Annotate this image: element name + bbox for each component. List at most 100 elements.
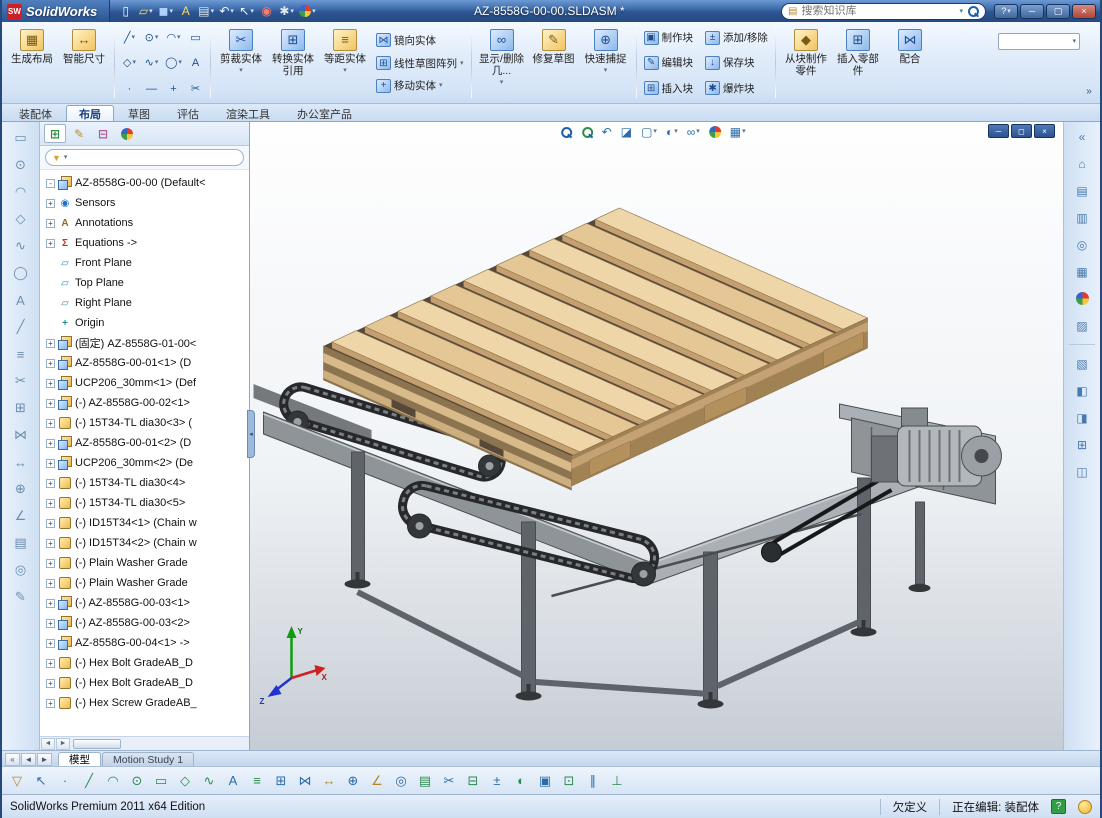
ribbon-small-button[interactable]: ↓ 保存块 [702,50,771,75]
tree-item[interactable]: + UCP206_30mm<1> (Def [43,373,249,393]
ribbon-button[interactable]: ◆ 从块制作零件 [780,25,832,101]
model-canvas[interactable]: Y X Z [250,122,1063,750]
tree-expander[interactable]: + [46,558,55,568]
minimize-button[interactable]: ─ [1020,3,1044,19]
section-view-icon[interactable]: ◪ [618,123,635,140]
tree-expander[interactable]: + [46,218,55,228]
design-library-icon[interactable]: ▤ [1070,180,1094,201]
tree-item[interactable]: + (-) AZ-8558G-00-02<1> [43,393,249,413]
bottom-toolbar-icon[interactable]: ⊥ [607,771,627,791]
ribbon-small-button[interactable]: ⊞ 线性草图阵列 ▾ [373,56,467,71]
tree-item[interactable]: + (-) AZ-8558G-00-03<1> [43,593,249,613]
scroll-left-icon[interactable]: ◄ [41,737,55,750]
task-pane-icon-2[interactable]: ◧ [1070,380,1094,401]
tree-item[interactable]: + (-) 15T34-TL dia30<4> [43,473,249,493]
angle-icon[interactable]: ∠ [9,505,33,527]
bottom-toolbar-icon[interactable]: ◐ [511,771,531,791]
zoom-fit-icon[interactable] [557,123,575,140]
bottom-toolbar-icon[interactable]: ⊞ [271,771,291,791]
filter-caret[interactable]: ▾ [64,154,68,161]
search-icon[interactable] [967,5,979,17]
tree-expander[interactable] [46,259,55,268]
tree-item[interactable]: + (-) Hex Bolt GradeAB_D [43,653,249,673]
bottom-toolbar-icon[interactable]: ✂ [439,771,459,791]
tree-item[interactable]: + ◉ Sensors [43,193,249,213]
display-style-icon[interactable]: ◐ ▾ [663,123,681,140]
tree-expander[interactable]: + [46,198,55,208]
ribbon-button[interactable]: ∞ 显示/删除几... ▾ [476,25,528,101]
panel-splitter[interactable]: ◂ [247,410,255,458]
graphics-viewport[interactable]: Y X Z ↶ ◪ ▢ ▾ ◐ ▾ ∞ ▾ ▦ ▾ ─ ◻ × [250,122,1063,750]
bottom-toolbar-icon[interactable]: ◎ [391,771,411,791]
arc-tool-icon[interactable]: ◠ [9,181,33,203]
rebuild-button[interactable]: ◉ [257,2,276,20]
tree-item[interactable]: ▱ Right Plane [43,293,249,313]
ribbon-button[interactable]: ⊞ 转换实体引用 [267,25,319,101]
command-tab[interactable]: 装配体 [6,105,65,121]
tree-expander[interactable]: + [46,398,55,408]
tree-expander[interactable]: + [46,378,55,388]
apply-scene-icon[interactable]: ▦ ▾ [727,123,749,140]
tree-expander[interactable]: + [46,618,55,628]
scroll-thumb[interactable] [73,738,121,749]
task-pane-icon-1[interactable]: ▧ [1070,353,1094,374]
bottom-toolbar-icon[interactable]: ↔ [319,771,339,791]
modeltab-scroll-right[interactable]: ► [37,753,52,766]
close-button[interactable]: × [1072,3,1096,19]
tree-item[interactable]: + (-) Hex Screw GradeAB_ [43,693,249,713]
bottom-toolbar-icon[interactable]: ▤ [415,771,435,791]
file-explorer-icon[interactable]: ▥ [1070,207,1094,228]
snap-icon[interactable]: ⊕ [9,478,33,500]
ribbon-small-button[interactable]: ⊞ 插入块 [641,76,697,101]
edit-sketch-icon[interactable]: ✎ [9,586,33,608]
tree-expander[interactable]: + [46,658,55,668]
ellipse-tool[interactable]: ◯ ▾ [163,51,184,76]
bottom-toolbar-icon[interactable]: ◇ [175,771,195,791]
document-tab[interactable]: Motion Study 1 [102,752,195,766]
command-tab[interactable]: 渲染工具 [213,105,283,121]
bottom-toolbar-icon[interactable]: ∿ [199,771,219,791]
tree-item[interactable]: + AZ-8558G-00-01<2> (D [43,433,249,453]
bottom-toolbar-icon[interactable]: ≡ [247,771,267,791]
tree-expander[interactable]: + [46,458,55,468]
tree-item[interactable]: + (-) Plain Washer Grade [43,573,249,593]
bottom-toolbar-icon[interactable]: ∠ [367,771,387,791]
spline-tool-icon[interactable]: ∿ [9,235,33,257]
tree-item[interactable]: + UCP206_30mm<2> (De [43,453,249,473]
tree-expander[interactable]: + [46,518,55,528]
ribbon-small-button[interactable]: ± 添加/移除 [702,25,771,50]
tree-expander[interactable]: + [46,438,55,448]
tree-expander[interactable]: + [46,698,55,708]
bottom-toolbar-icon[interactable]: ⊕ [343,771,363,791]
displaymanager-tab[interactable] [116,124,138,143]
task-pane-icon-4[interactable]: ⊞ [1070,434,1094,455]
tree-expander[interactable]: + [46,598,55,608]
print-button[interactable]: ▤ ▾ [196,2,216,20]
configurationmanager-tab[interactable]: ⊟ [92,124,114,143]
select-button[interactable]: ↖ ▾ [237,2,256,20]
ribbon-small-button[interactable]: + 移动实体 ▾ [373,78,467,93]
quick-tip-icon[interactable] [1078,799,1092,814]
line-tool[interactable]: ╱ ▾ [119,25,140,50]
tree-item[interactable]: + (-) 15T34-TL dia30<5> [43,493,249,513]
bottom-toolbar-icon[interactable]: ⊡ [559,771,579,791]
maximize-button[interactable]: ▢ [1046,3,1070,19]
doc-close-button[interactable]: × [1034,124,1055,138]
command-tab[interactable]: 评估 [164,105,212,121]
app-menu-button[interactable]: SW SolidWorks [2,0,111,22]
tree-item[interactable]: + (-) ID15T34<2> (Chain w [43,533,249,553]
filter-edges-icon[interactable]: ╱ [79,771,99,791]
ribbon-small-button[interactable]: ✎ 编辑块 [641,50,697,75]
tree-item[interactable]: + (-) Hex Bolt GradeAB_D [43,673,249,693]
polygon-tool-icon[interactable]: ◇ [9,208,33,230]
tree-root[interactable]: - AZ-8558G-00-00 (Default< [43,173,249,193]
collapse-taskpane-icon[interactable]: « [1070,126,1094,147]
bottom-toolbar-icon[interactable]: ± [487,771,507,791]
tree-item[interactable]: + (-) 15T34-TL dia30<3> ( [43,413,249,433]
tree-expander[interactable]: + [46,638,55,648]
help-button[interactable]: ? ▾ [994,3,1018,19]
tree-item[interactable]: + Σ Equations -> [43,233,249,253]
view-palette-icon[interactable]: ▦ [1070,261,1094,282]
tree-item[interactable]: + Origin [43,313,249,333]
options-button[interactable]: ✱ ▾ [277,2,296,20]
